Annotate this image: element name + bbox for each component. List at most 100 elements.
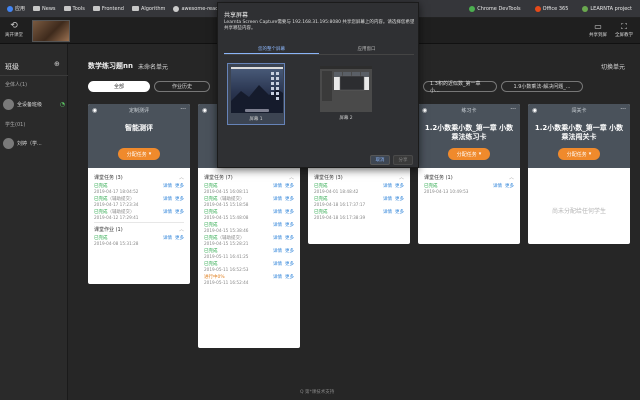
details-link[interactable]: 详情: [493, 183, 502, 189]
more-icon[interactable]: ···: [620, 106, 626, 113]
chip-lesson-1-9[interactable]: 1.9小数乘法-解决问题_...: [501, 81, 583, 92]
record-info: 已完成 2019-04-15 15:48:08: [204, 209, 270, 220]
assign-task-button[interactable]: 分配任务 ▾: [558, 148, 600, 160]
chevron-up-icon: ︿: [508, 175, 514, 181]
list-item: 已完成（辅助提交） 2019-04-15 15:18:58 详情 更多: [204, 196, 294, 207]
more-link[interactable]: 更多: [285, 235, 294, 241]
more-icon[interactable]: ···: [180, 106, 186, 113]
section-heading[interactable]: 课堂任务 (3) ︿: [314, 174, 404, 181]
bookmark-item[interactable]: Chrome DevTools: [465, 2, 524, 16]
bookmark-item[interactable]: News: [29, 2, 60, 16]
record-time: 2019-05-11 16:41:25: [204, 254, 249, 259]
bookmark-item[interactable]: Office 365: [531, 2, 573, 16]
more-link[interactable]: 更多: [175, 196, 184, 202]
more-link[interactable]: 更多: [395, 183, 404, 189]
chip-lesson-1-3[interactable]: 1.3积的近似数_第一章 小...: [423, 81, 497, 94]
bookmark-item[interactable]: Algorithm: [128, 2, 170, 16]
leave-class-button[interactable]: ⟲ 离开课堂: [3, 21, 25, 43]
details-link[interactable]: 详情: [383, 183, 392, 189]
record-time: 2019-04-08 15:31:28: [94, 241, 139, 246]
details-link[interactable]: 详情: [273, 196, 282, 202]
bookmark-item[interactable]: Tools: [60, 2, 89, 16]
more-link[interactable]: 更多: [175, 235, 184, 241]
more-link[interactable]: 更多: [175, 183, 184, 189]
card-type-tag: 闯关卡: [571, 108, 587, 114]
assign-task-button[interactable]: 分配任务 ▾: [118, 148, 160, 160]
record-time: 2019-04-15 15:38:46: [204, 228, 249, 233]
details-link[interactable]: 详情: [383, 209, 392, 215]
favicon-icon: [582, 6, 589, 12]
tab-entire-screen[interactable]: 您的整个屏幕: [224, 45, 319, 54]
switch-unit-button[interactable]: 切换单元: [601, 62, 625, 71]
section-heading[interactable]: 课堂任务 (7) ︿: [204, 174, 294, 181]
eye-icon[interactable]: ◉: [202, 107, 207, 114]
share-button[interactable]: 分享: [393, 155, 413, 165]
details-link[interactable]: 详情: [273, 235, 282, 241]
unit-name: 未命名单元: [138, 64, 169, 71]
bookmark-item[interactable]: Frontend: [89, 2, 128, 16]
more-link[interactable]: 更多: [505, 183, 514, 189]
bookmark-item[interactable]: awesome-react: [169, 2, 223, 16]
details-link[interactable]: 详情: [383, 196, 392, 202]
more-link[interactable]: 更多: [395, 209, 404, 215]
assign-label: 分配任务: [566, 151, 587, 158]
chip-history[interactable]: 作业历史: [154, 81, 210, 92]
apps-icon: [7, 5, 13, 12]
record-info: 已完成（辅助提交） 2019-04-15 15:18:58: [204, 196, 270, 207]
record-time: 2019-04-13 10:49:53: [424, 189, 469, 194]
bookmark-item[interactable]: LEARNTA project: [578, 2, 636, 16]
details-link[interactable]: 详情: [273, 248, 282, 254]
sidebar-section-students: 学生(01): [5, 122, 26, 128]
chevron-down-icon: ▾: [478, 151, 482, 157]
record-time: 2019-04-15 15:18:58: [204, 202, 249, 207]
list-item: 已完成（辅助提交） 2019-04-17 17:23:34 详情 更多: [94, 196, 184, 207]
more-link[interactable]: 更多: [285, 261, 294, 267]
bookmark-label: Tools: [72, 5, 85, 12]
footer-support-text: Q 第*课技术支持: [300, 390, 335, 395]
list-item: 已完成 2019-04-18 16:17:38:39 详情 更多: [314, 209, 404, 220]
share-screen-button[interactable]: ▭ 共享到屏: [587, 21, 609, 43]
sidebar-item-all-device[interactable]: 全设备班级 ◔: [3, 96, 65, 112]
more-icon[interactable]: ···: [510, 106, 516, 113]
details-link[interactable]: 详情: [163, 196, 172, 202]
details-link[interactable]: 详情: [273, 222, 282, 228]
card-type-tag: 定制测评: [128, 108, 149, 114]
list-item: 已完成 2019-04-17 18:04:52 详情 更多: [94, 183, 184, 194]
record-info: 已完成 2019-04-01 18:48:42: [314, 183, 380, 194]
details-link[interactable]: 详情: [273, 274, 282, 280]
section-heading[interactable]: 课堂作业 (1) ︿: [94, 226, 184, 233]
more-link[interactable]: 更多: [285, 196, 294, 202]
more-link[interactable]: 更多: [395, 196, 404, 202]
screen-2-option[interactable]: 屏幕 2: [317, 63, 375, 125]
details-link[interactable]: 详情: [273, 209, 282, 215]
more-link[interactable]: 更多: [285, 222, 294, 228]
card-title: 1.2小数乘小数_第一章 小数乘法闯关卡: [534, 124, 624, 141]
bookmark-item[interactable]: 应用: [3, 2, 29, 16]
more-link[interactable]: 更多: [285, 248, 294, 254]
details-link[interactable]: 详情: [163, 235, 172, 241]
details-link[interactable]: 详情: [273, 261, 282, 267]
record-time: 2019-04-17 17:23:34: [94, 202, 139, 207]
more-link[interactable]: 更多: [285, 183, 294, 189]
details-link[interactable]: 详情: [163, 183, 172, 189]
more-link[interactable]: 更多: [285, 274, 294, 280]
chip-all[interactable]: 全部: [88, 81, 150, 92]
tab-app-window[interactable]: 应用窗口: [319, 45, 414, 54]
more-link[interactable]: 更多: [285, 209, 294, 215]
record-time: 2019-04-12 17:29:41: [94, 215, 139, 220]
cancel-button[interactable]: 取消: [370, 155, 390, 165]
details-link[interactable]: 详情: [163, 209, 172, 215]
task-card: ◉ 闯关卡 ··· 1.2小数乘小数_第一章 小数乘法闯关卡 分配任务 ▾ 尚未分配给任何学…: [528, 104, 630, 244]
screen-1-option[interactable]: 屏幕 1: [227, 63, 285, 125]
record-info: 已完成 2019-04-18 16:17:38:39: [314, 209, 380, 220]
record-info: 进行中0% 2019-05-11 16:52:44: [204, 274, 270, 285]
fullscreen-icon: ⛶: [621, 22, 627, 31]
section-heading[interactable]: 课堂任务 (1) ︿: [424, 174, 514, 181]
sidebar-item-student[interactable]: 刘婷（学...: [3, 135, 65, 151]
section-heading[interactable]: 课堂任务 (3) ︿: [94, 174, 184, 181]
add-user-icon[interactable]: ⊕: [54, 60, 60, 68]
fullscreen-teaching-button[interactable]: ⛶ 全屏教学: [613, 21, 635, 43]
details-link[interactable]: 详情: [273, 183, 282, 189]
more-link[interactable]: 更多: [175, 209, 184, 215]
assign-task-button[interactable]: 分配任务 ▾: [448, 148, 490, 160]
